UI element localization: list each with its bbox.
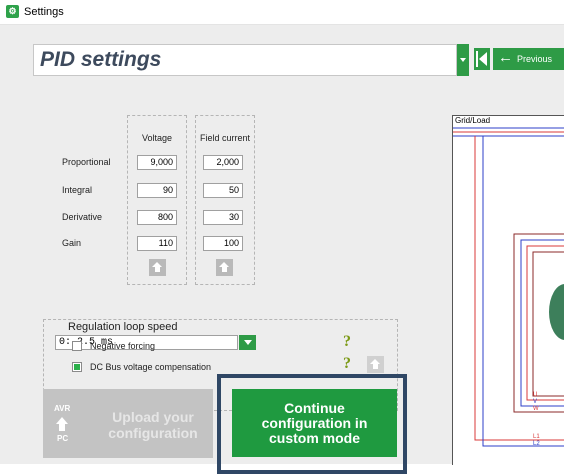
voltage-upload-icon[interactable]	[149, 259, 166, 276]
wire-l1	[474, 136, 564, 441]
derivative-field-input[interactable]: 30	[203, 210, 243, 225]
upload-label-line2: configuration	[108, 425, 198, 441]
upload-arrow-icon	[56, 417, 68, 424]
upload-configuration-button[interactable]: AVR PC Upload your configuration	[43, 389, 213, 458]
continue-label: Continue configuration in custom mode	[232, 401, 397, 446]
window-title: Settings	[24, 6, 64, 18]
wiring-diagram-svg: U V W L1 L2	[453, 127, 564, 447]
gain-field-input[interactable]: 100	[203, 236, 243, 251]
window-titlebar: ⚙ Settings	[0, 0, 564, 25]
gain-voltage-input[interactable]: 110	[137, 236, 177, 251]
avr-label: AVR	[54, 404, 71, 413]
phase-label-v: V	[533, 399, 537, 405]
line-label-l1: L1	[533, 434, 540, 440]
arrow-left-icon: ←	[498, 49, 513, 66]
row-label-proportional: Proportional	[62, 157, 111, 167]
dc-bus-compensation-checkbox[interactable]	[72, 362, 82, 372]
continue-line3: custom mode	[268, 430, 360, 446]
wiring-diagram: U V W L1 L2	[452, 115, 564, 465]
field-upload-icon[interactable]	[216, 259, 233, 276]
continue-custom-mode-button[interactable]: Continue configuration in custom mode	[232, 389, 397, 457]
row-label-integral: Integral	[62, 185, 93, 195]
proportional-voltage-input[interactable]: 9,000	[137, 155, 177, 170]
integral-field-input[interactable]: 50	[203, 183, 243, 198]
machine-rotor-icon	[549, 284, 564, 340]
continue-line1: Continue	[284, 400, 345, 416]
help-icon[interactable]: ?	[343, 333, 351, 351]
previous-button[interactable]: ← Previous	[493, 48, 564, 70]
voltage-header: Voltage	[141, 133, 173, 143]
line-label-l2: L2	[533, 441, 540, 447]
page-selector[interactable]: PID settings	[33, 44, 457, 76]
regulation-dropdown-button[interactable]	[239, 335, 256, 350]
field-current-header: Field current	[199, 133, 251, 143]
row-label-gain: Gain	[62, 238, 82, 248]
row-label-derivative: Derivative	[62, 212, 103, 222]
help-icon[interactable]: ?	[343, 355, 351, 373]
continue-line2: configuration in	[261, 415, 368, 431]
previous-label: Previous	[517, 54, 553, 64]
app-icon: ⚙	[6, 5, 19, 18]
settings-panel: PID settings ← Previous Voltage Field cu…	[0, 25, 564, 474]
integral-voltage-input[interactable]: 90	[137, 183, 177, 198]
page-title: PID settings	[40, 48, 162, 71]
upload-arrow-stem	[59, 424, 65, 431]
phase-label-u: U	[533, 392, 537, 398]
pc-label: PC	[57, 434, 69, 443]
negative-forcing-label: Negative forcing	[90, 341, 156, 351]
phase-label-w: W	[533, 406, 539, 412]
negative-forcing-checkbox[interactable]	[72, 341, 82, 351]
dc-bus-compensation-label: DC Bus voltage compensation	[90, 362, 212, 372]
page-dropdown-button[interactable]	[457, 44, 469, 76]
upload-label-line1: Upload your	[112, 409, 194, 425]
first-page-button[interactable]	[474, 48, 490, 70]
proportional-field-input[interactable]: 2,000	[203, 155, 243, 170]
dc-bus-upload-icon[interactable]	[367, 356, 384, 373]
derivative-voltage-input[interactable]: 800	[137, 210, 177, 225]
grid-load-label: Grid/Load	[455, 116, 491, 125]
regulation-loop-speed-label: Regulation loop speed	[68, 321, 178, 333]
upload-configuration-label: Upload your configuration	[98, 409, 208, 441]
